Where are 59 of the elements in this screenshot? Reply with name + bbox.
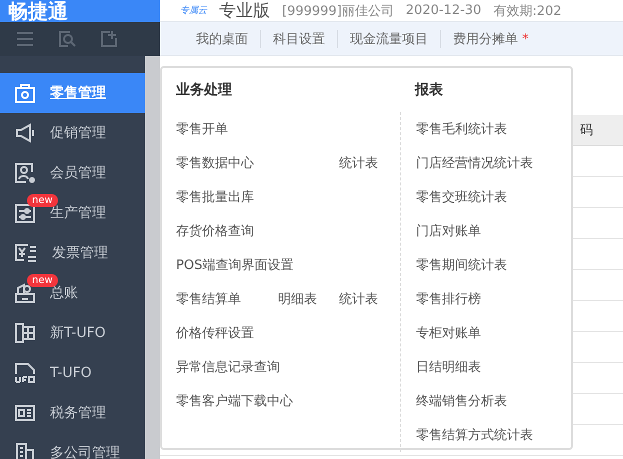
- edition-label: 专业版: [219, 0, 270, 21]
- menu-link[interactable]: 价格传秤设置: [176, 324, 254, 342]
- cloud-label: 专属云: [180, 4, 207, 17]
- menu-link[interactable]: 明细表: [278, 290, 317, 308]
- company-name: [999999]丽佳公司: [282, 2, 394, 20]
- menu-link[interactable]: 统计表: [339, 154, 378, 172]
- nav-tab[interactable]: 现金流量项目: [337, 30, 440, 48]
- nav-tab[interactable]: 我的桌面: [184, 30, 260, 48]
- menu-link[interactable]: 零售批量出库: [176, 188, 254, 206]
- menu-link[interactable]: 零售数据中心: [176, 154, 254, 172]
- sidebar-item[interactable]: 促销管理: [0, 113, 145, 153]
- menu-link[interactable]: 零售结算方式统计表: [416, 426, 533, 444]
- building-icon: [14, 442, 36, 459]
- menu-link[interactable]: 零售期间统计表: [416, 256, 507, 274]
- sidebar-item[interactable]: new 总账: [0, 273, 145, 313]
- cash-box-icon: [14, 282, 36, 304]
- menu-link[interactable]: 异常信息记录查询: [176, 358, 280, 376]
- new-badge: new: [27, 274, 58, 287]
- menu-link[interactable]: 门店经营情况统计表: [416, 154, 533, 172]
- menu-link[interactable]: 零售交班统计表: [416, 188, 507, 206]
- app-logo: 畅捷通: [0, 0, 160, 22]
- sidebar-item[interactable]: 会员管理: [0, 153, 145, 193]
- menu-link[interactable]: 统计表: [339, 290, 378, 308]
- validity-label: 有效期:202: [493, 2, 562, 20]
- menu-link[interactable]: 门店对账单: [416, 222, 481, 240]
- menu-link[interactable]: 零售排行榜: [416, 290, 481, 308]
- new-badge: new: [27, 194, 58, 207]
- nav-tab[interactable]: 费用分摊单 *: [440, 30, 541, 48]
- menu-link[interactable]: 专柜对账单: [416, 324, 481, 342]
- menu-link[interactable]: 零售开单: [176, 120, 228, 138]
- menu-link[interactable]: POS端查询界面设置: [176, 256, 294, 274]
- briefcase-icon: [14, 82, 36, 104]
- megaphone-icon: [14, 122, 36, 144]
- sliders-icon: [14, 202, 36, 224]
- add-window-icon[interactable]: [100, 30, 118, 48]
- menu-link[interactable]: 零售客户端下载中心: [176, 392, 293, 410]
- sidebar-item[interactable]: 发票管理: [0, 233, 145, 273]
- sidebar-item[interactable]: 多公司管理: [0, 433, 145, 459]
- menu-link[interactable]: 日结明细表: [416, 358, 481, 376]
- menu-link[interactable]: 零售毛利统计表: [416, 120, 507, 138]
- menu-link[interactable]: 存货价格查询: [176, 222, 254, 240]
- date-label: 2020-12-30: [406, 3, 482, 18]
- invoice-icon: [14, 242, 38, 264]
- menu-icon[interactable]: [16, 31, 34, 47]
- menu-link[interactable]: 终端销售分析表: [416, 392, 507, 410]
- menu-link[interactable]: 零售结算单: [176, 290, 241, 308]
- tax-card-icon: [14, 402, 36, 424]
- report-grid-icon: [14, 322, 36, 344]
- section-title: 业务处理: [176, 81, 233, 100]
- scrollbar[interactable]: [145, 56, 160, 459]
- sidebar-item[interactable]: 新T-UFO: [0, 313, 145, 353]
- search-icon[interactable]: [58, 30, 76, 48]
- sidebar-item[interactable]: T-UFO: [0, 353, 145, 393]
- nav-tab[interactable]: 科目设置: [260, 30, 337, 48]
- user-card-icon: [14, 162, 36, 184]
- document-icon: [14, 362, 36, 384]
- sidebar-item[interactable]: new 生产管理: [0, 193, 145, 233]
- section-title: 报表: [415, 81, 444, 100]
- sidebar-item[interactable]: 税务管理: [0, 393, 145, 433]
